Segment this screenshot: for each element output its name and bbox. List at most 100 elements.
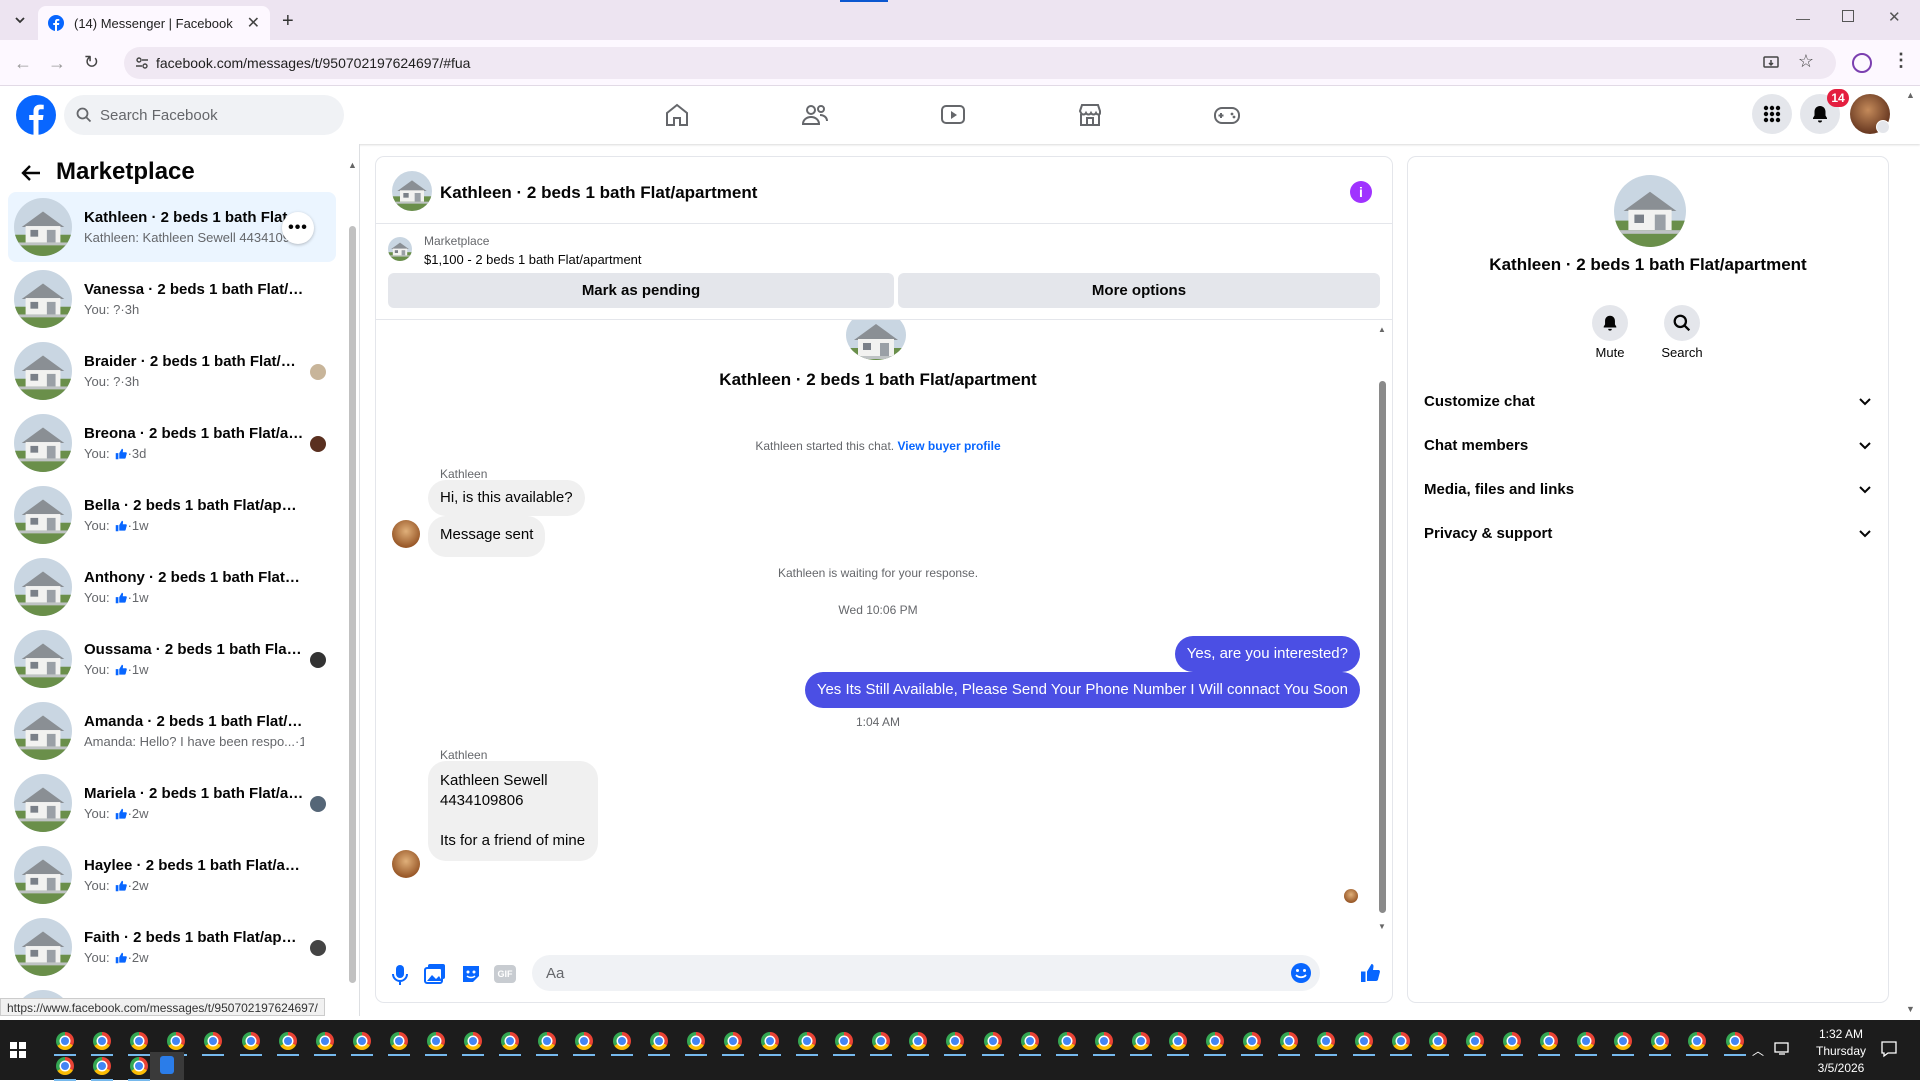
chrome-taskbar-icon[interactable] <box>798 1032 816 1050</box>
conversation-scrollbar[interactable]: ▲ ▼ <box>348 160 357 992</box>
facebook-search-input[interactable]: Search Facebook <box>64 95 344 135</box>
chrome-taskbar-icon[interactable] <box>1095 1032 1113 1050</box>
video-icon[interactable] <box>938 100 968 130</box>
mute-bell-icon[interactable] <box>1592 305 1628 341</box>
chat-header-title[interactable]: Kathleen · 2 beds 1 bath Flat/apartment <box>440 183 757 203</box>
marketplace-icon[interactable] <box>1075 100 1105 130</box>
outgoing-message[interactable]: Yes, are you interested? <box>1174 636 1360 672</box>
chrome-taskbar-icon[interactable] <box>1726 1032 1744 1050</box>
chrome-taskbar-icon[interactable] <box>56 1032 74 1050</box>
minimize-icon[interactable]: — <box>1796 10 1810 26</box>
chrome-taskbar-icon[interactable] <box>167 1032 185 1050</box>
accordion-media-files-links[interactable]: Media, files and links <box>1424 467 1872 511</box>
notification-center-icon[interactable] <box>1880 1040 1898 1058</box>
conversation-item[interactable]: Breona · 2 beds 1 bath Flat/ap... You: · … <box>8 408 336 478</box>
browser-tab-messenger[interactable]: (14) Messenger | Facebook ✕ <box>38 6 270 40</box>
tab-close-icon[interactable]: ✕ <box>247 13 260 33</box>
chrome-taskbar-icon[interactable] <box>1614 1032 1632 1050</box>
chrome-taskbar-icon[interactable] <box>1280 1032 1298 1050</box>
chrome-taskbar-icon[interactable] <box>613 1032 631 1050</box>
chrome-taskbar-icon[interactable] <box>204 1032 222 1050</box>
chrome-taskbar-icon[interactable] <box>1466 1032 1484 1050</box>
chrome-taskbar-icon[interactable] <box>1503 1032 1521 1050</box>
chrome-taskbar-icon[interactable] <box>390 1032 408 1050</box>
chrome-taskbar-icon[interactable] <box>1243 1032 1261 1050</box>
conversation-item[interactable]: Oussama · 2 beds 1 bath Flat/... You: · 1… <box>8 624 336 694</box>
forward-arrow-icon[interactable]: → <box>48 53 66 74</box>
chrome-taskbar-icon[interactable] <box>316 1032 334 1050</box>
chrome-taskbar-icon[interactable] <box>353 1032 371 1050</box>
windows-start-icon[interactable] <box>10 1042 26 1058</box>
chrome-taskbar-icon[interactable] <box>1688 1032 1706 1050</box>
conversation-item[interactable]: Kathleen · 2 beds 1 bath Flat/apartment K… <box>8 192 336 262</box>
chrome-taskbar-icon[interactable] <box>650 1032 668 1050</box>
install-app-icon[interactable] <box>1762 54 1780 72</box>
window-close-icon[interactable]: ✕ <box>1888 8 1901 26</box>
outgoing-message[interactable]: Yes Its Still Available, Please Send You… <box>804 672 1360 708</box>
chrome-taskbar-icon[interactable] <box>1021 1032 1039 1050</box>
conversation-item[interactable]: Amanda · 2 beds 1 bath Flat/apa... Amanda… <box>8 696 336 766</box>
search-label[interactable]: Search <box>1652 345 1712 360</box>
emoji-icon[interactable] <box>1290 962 1312 984</box>
conversation-item[interactable]: Mariela · 2 beds 1 bath Flat/ap... You: ·… <box>8 768 336 838</box>
page-scroll-down-arrow[interactable]: ▼ <box>1906 1004 1915 1014</box>
chrome-taskbar-icon[interactable] <box>93 1057 111 1075</box>
chrome-taskbar-icon[interactable] <box>1540 1032 1558 1050</box>
like-thumb-icon[interactable] <box>1358 961 1382 985</box>
back-arrow-icon[interactable] <box>20 162 42 184</box>
view-buyer-profile-link[interactable]: View buyer profile <box>897 439 1000 453</box>
kathleen-avatar[interactable] <box>392 850 420 878</box>
bookmark-star-icon[interactable]: ☆ <box>1798 51 1814 72</box>
conversation-item[interactable]: Braider · 2 beds 1 bath Flat/ap... You: ?… <box>8 336 336 406</box>
chrome-taskbar-icon[interactable] <box>909 1032 927 1050</box>
incoming-message[interactable]: Message sent <box>428 516 546 557</box>
chrome-taskbar-icon[interactable] <box>56 1057 74 1075</box>
accordion-customize-chat[interactable]: Customize chat <box>1424 379 1872 423</box>
chrome-taskbar-icon[interactable] <box>501 1032 519 1050</box>
chrome-taskbar-icon[interactable] <box>130 1032 148 1050</box>
more-options-icon[interactable]: ••• <box>282 212 314 244</box>
listing-detail[interactable]: $1,100 - 2 beds 1 bath Flat/apartment <box>424 252 642 267</box>
new-tab-plus-icon[interactable]: + <box>282 10 294 33</box>
mute-label[interactable]: Mute <box>1580 345 1640 360</box>
info-icon[interactable]: i <box>1350 181 1372 203</box>
conversation-item[interactable]: Vanessa · 2 beds 1 bath Flat/apa... You: … <box>8 264 336 334</box>
search-icon[interactable] <box>1664 305 1700 341</box>
chrome-taskbar-icon[interactable] <box>835 1032 853 1050</box>
chrome-taskbar-icon[interactable] <box>1355 1032 1373 1050</box>
thread-scrollbar[interactable]: ▲ ▼ <box>1378 325 1388 933</box>
conversation-item[interactable]: Bella · 2 beds 1 bath Flat/apartm... You:… <box>8 480 336 550</box>
chrome-taskbar-icon[interactable] <box>538 1032 556 1050</box>
accordion-privacy-support[interactable]: Privacy & support <box>1424 511 1872 555</box>
conversation-item[interactable]: Anthony · 2 beds 1 bath Flat/apa... You: … <box>8 552 336 622</box>
info-avatar[interactable] <box>1614 175 1686 247</box>
chrome-taskbar-icon[interactable] <box>464 1032 482 1050</box>
message-input[interactable]: Aa <box>532 955 1320 991</box>
incoming-message-multi[interactable]: Kathleen Sewell 4434109806 Its for a fri… <box>428 761 598 861</box>
chrome-taskbar-icon[interactable] <box>1651 1032 1669 1050</box>
conversation-item[interactable]: Haylee · 2 beds 1 bath Flat/apart... You:… <box>8 840 336 910</box>
chrome-taskbar-icon[interactable] <box>93 1032 111 1050</box>
chrome-taskbar-icon[interactable] <box>984 1032 1002 1050</box>
listing-thumbnail[interactable] <box>388 237 412 261</box>
tab-search-chevron-icon[interactable] <box>10 10 30 30</box>
kathleen-avatar[interactable] <box>392 520 420 548</box>
photo-icon[interactable] <box>424 963 446 985</box>
taskbar-clock[interactable]: 1:32 AM Thursday 3/5/2026 <box>1796 1026 1886 1077</box>
address-bar[interactable]: facebook.com/messages/t/950702197624697/… <box>124 47 1836 79</box>
account-chevron-icon[interactable] <box>1876 120 1890 134</box>
back-arrow-icon[interactable]: ← <box>14 53 32 74</box>
chrome-taskbar-icon[interactable] <box>242 1032 260 1050</box>
chrome-taskbar-icon[interactable] <box>724 1032 742 1050</box>
chat-header-avatar[interactable] <box>392 171 432 211</box>
reload-icon[interactable]: ↻ <box>84 52 99 73</box>
microphone-icon[interactable] <box>390 964 410 986</box>
chrome-taskbar-icon[interactable] <box>1169 1032 1187 1050</box>
chrome-taskbar-icon[interactable] <box>1058 1032 1076 1050</box>
chrome-taskbar-icon[interactable] <box>687 1032 705 1050</box>
accordion-chat-members[interactable]: Chat members <box>1424 423 1872 467</box>
profile-icon[interactable] <box>1852 53 1872 73</box>
chrome-taskbar-icon[interactable] <box>130 1057 148 1075</box>
chrome-taskbar-icon[interactable] <box>575 1032 593 1050</box>
chrome-taskbar-icon[interactable] <box>872 1032 890 1050</box>
